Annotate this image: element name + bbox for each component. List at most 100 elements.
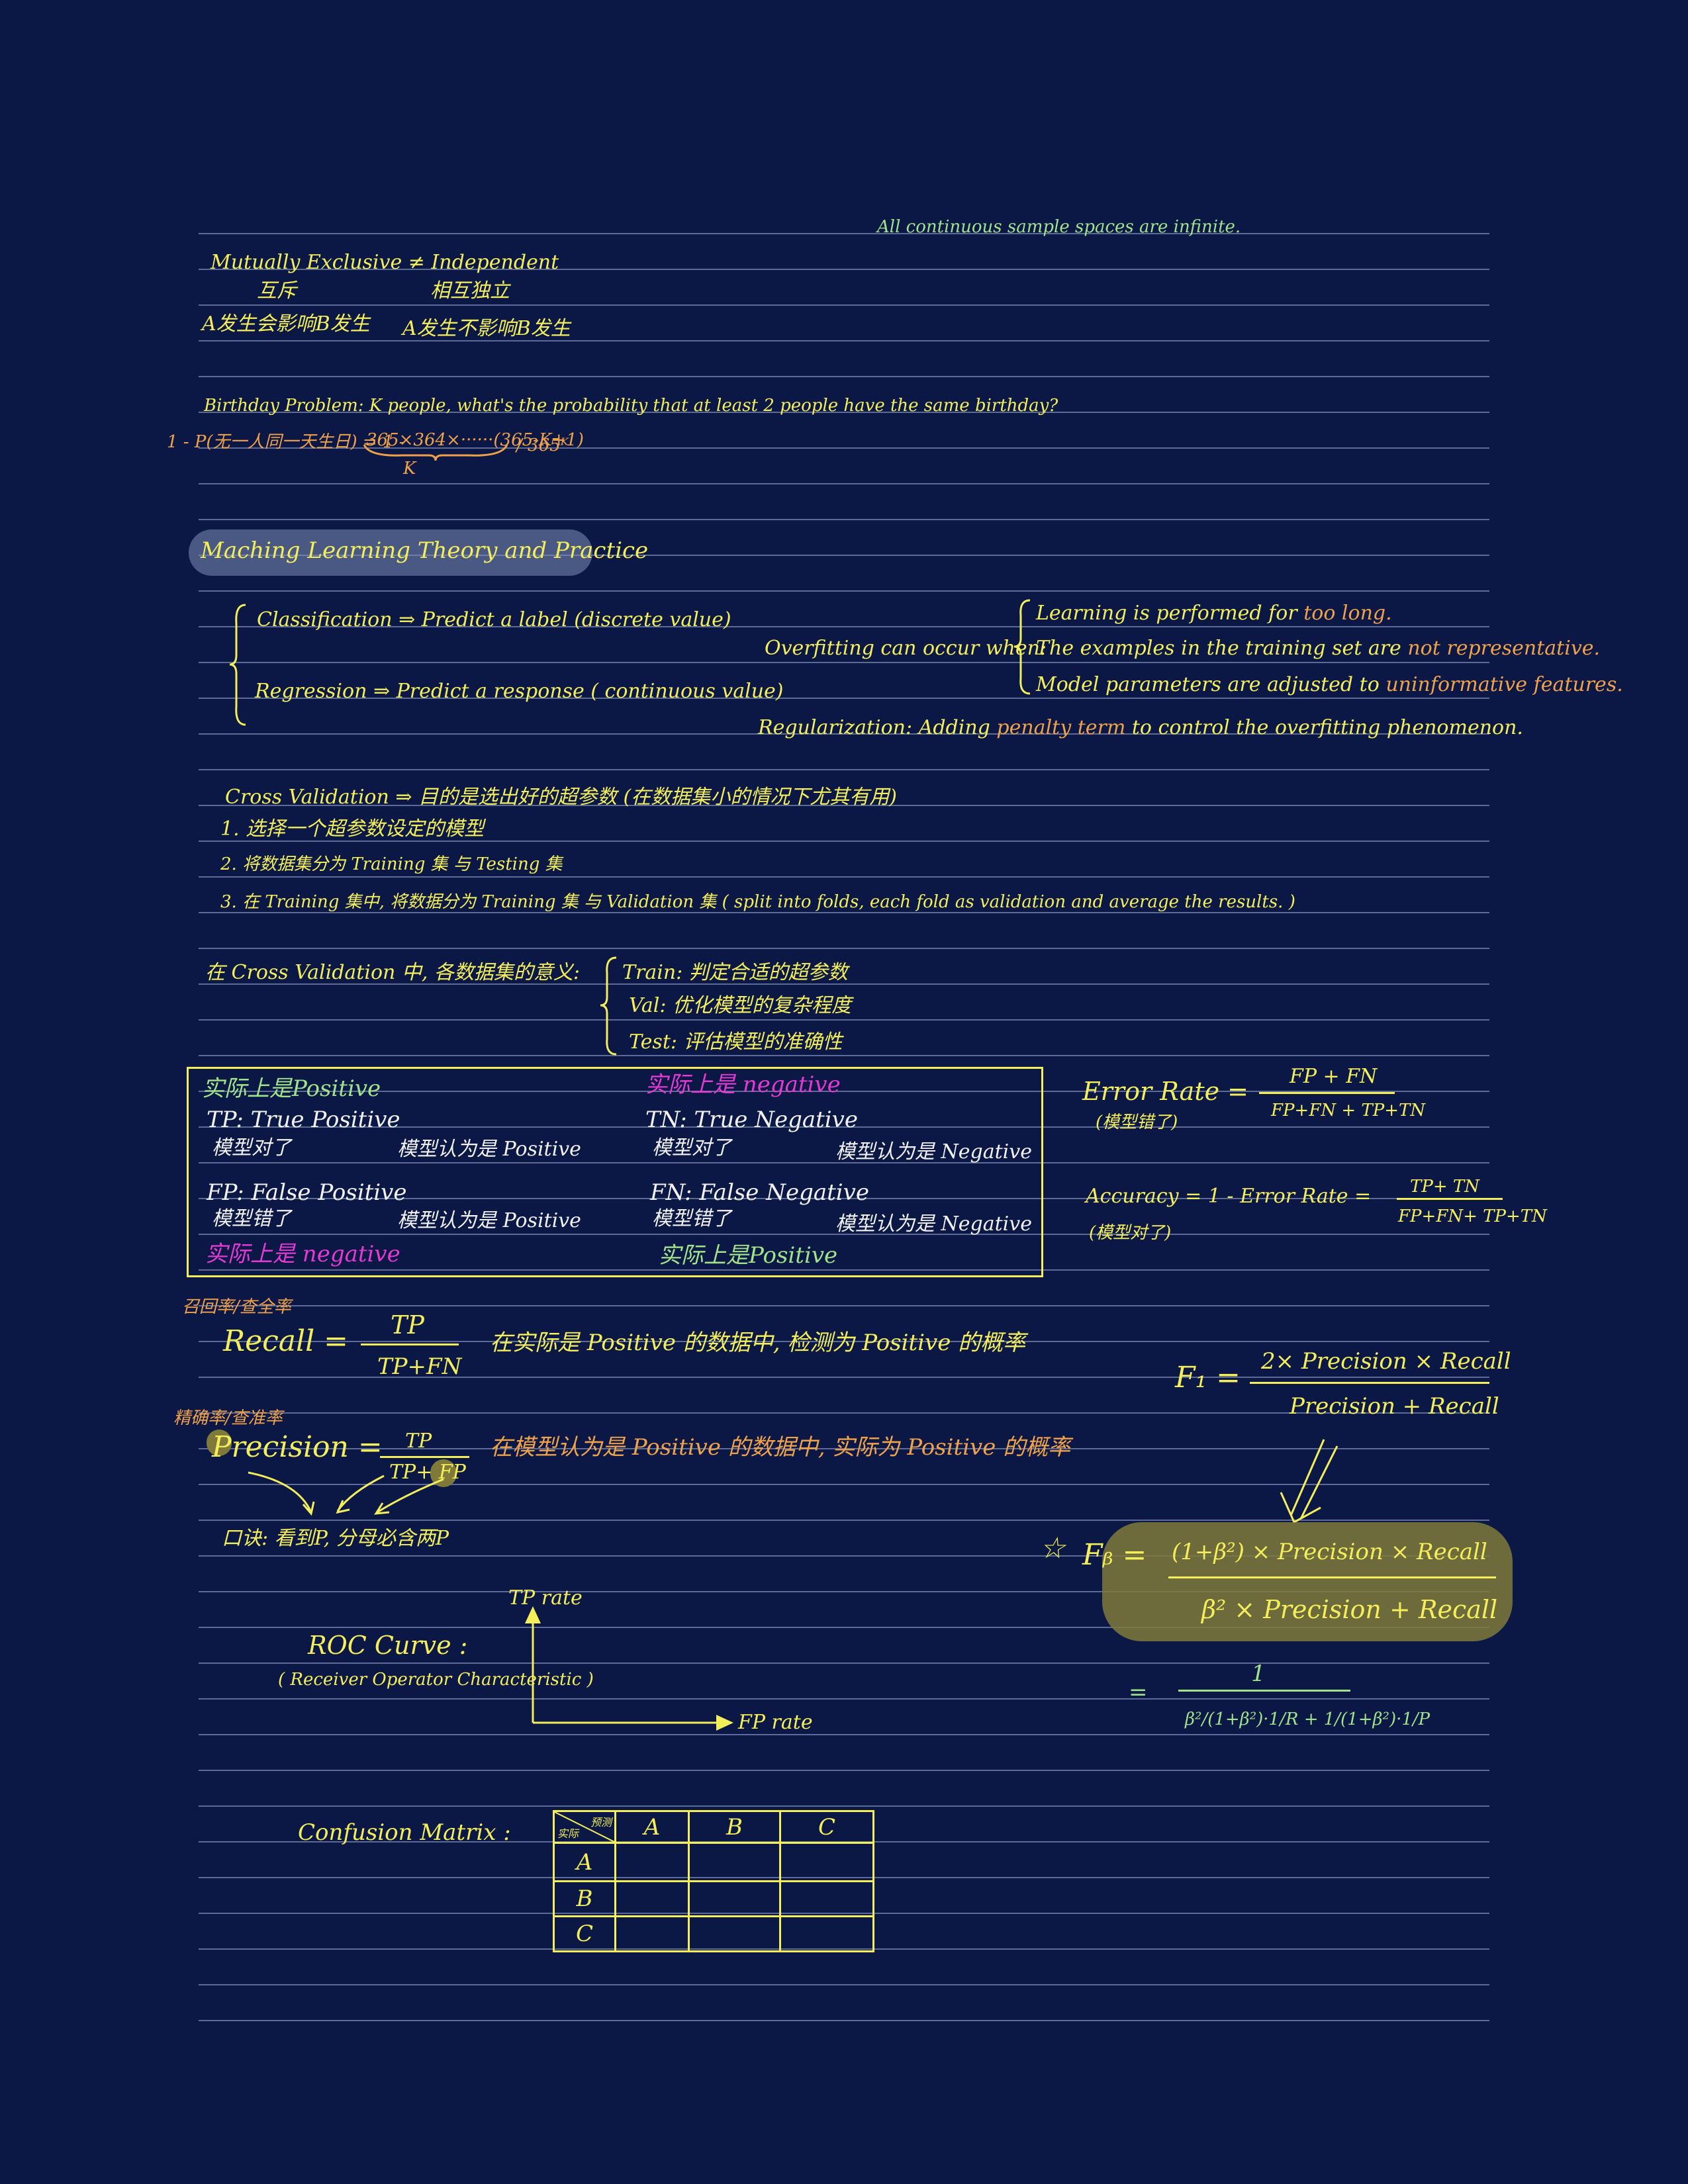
roc-axes-icon <box>525 1606 733 1731</box>
error-fraction-bar <box>1259 1092 1395 1094</box>
matrix-corner-cell: 预测 实际 <box>553 1810 616 1844</box>
fbeta-num: (1+β²) × Precision × Recall <box>1172 1539 1487 1565</box>
ruled-line <box>199 1019 1489 1021</box>
tp-label: TP: True Positive <box>207 1107 400 1133</box>
recall-label: Recall = <box>223 1324 349 1358</box>
ruled-line <box>199 1662 1489 1664</box>
birthday-problem: Birthday Problem: K people, what's the p… <box>204 396 1058 416</box>
recall-zh: 召回率/查全率 <box>182 1297 291 1317</box>
error-den: FP+FN + TP+TN <box>1271 1101 1426 1120</box>
ruled-line <box>199 841 1489 842</box>
star-icon: ☆ <box>1039 1531 1066 1565</box>
error-rate-label: Error Rate = <box>1082 1077 1249 1106</box>
overfit-reason-3: Model parameters are adjusted to uninfor… <box>1036 673 1623 696</box>
precision-desc: 在模型认为是 Positive 的数据中, 实际为 Positive 的概率 <box>490 1434 1071 1461</box>
fn-label: FN: False Negative <box>650 1179 869 1206</box>
continuous-note: All continuous sample spaces are infinit… <box>877 217 1241 237</box>
birthday-formula-den: / 365ᴷ <box>516 435 569 455</box>
matrix-corner-pred: 预测 <box>590 1816 612 1829</box>
ruled-line <box>199 1805 1489 1807</box>
fn-sub1: 模型错了 <box>652 1207 731 1230</box>
recall-num: TP <box>391 1310 424 1340</box>
acc-num: TP+ TN <box>1410 1177 1479 1197</box>
acc-den: FP+FN+ TP+TN <box>1398 1206 1547 1226</box>
cv-brace-icon <box>600 956 617 1056</box>
overfit-brace-icon <box>1013 599 1031 695</box>
ruled-line <box>199 876 1489 878</box>
ruled-line <box>199 769 1489 770</box>
fbeta-fraction-bar-2 <box>1178 1690 1350 1692</box>
matrix-col-header: B <box>688 1810 781 1844</box>
ruled-line <box>199 1770 1489 1771</box>
precision-label: Precision = <box>212 1430 383 1464</box>
ruled-line <box>199 662 1489 663</box>
ruled-line <box>199 2020 1489 2021</box>
fp-sub2: 模型认为是 Positive <box>397 1209 581 1232</box>
tp-sub2: 模型认为是 Positive <box>397 1138 581 1161</box>
matrix-cell <box>688 1842 781 1882</box>
actual-negative-label: 实际上是 negative <box>645 1071 841 1098</box>
f1-den: Precision + Recall <box>1289 1393 1499 1420</box>
fp-sub1: 模型错了 <box>212 1207 291 1230</box>
matrix-cell <box>688 1880 781 1917</box>
fbeta-label: Fᵦ = <box>1082 1538 1147 1572</box>
fbeta-fraction-bar <box>1168 1576 1496 1578</box>
mnemonic: 口诀: 看到P, 分母必含两P <box>222 1527 449 1550</box>
overfit-reason-1: Learning is performed for too long. <box>1036 602 1392 625</box>
matrix-cell <box>614 1915 690 1952</box>
error-note: (模型错了) <box>1096 1113 1178 1132</box>
cv-train: Train: 判定合适的超参数 <box>622 961 848 984</box>
cv-title: Cross Validation ⇒ 目的是选出好的超参数 (在数据集小的情况下… <box>225 786 897 809</box>
recall-den: TP+FN <box>377 1353 462 1380</box>
ruled-line <box>199 483 1489 484</box>
matrix-corner-actual: 实际 <box>557 1827 579 1840</box>
indep-desc: A发生不影响B发生 <box>402 317 571 340</box>
ruled-line <box>199 590 1489 592</box>
error-num: FP + FN <box>1289 1065 1378 1088</box>
cv-step-1: 1. 选择一个超参数设定的模型 <box>220 817 485 841</box>
regression: Regression ⇒ Predict a response ( contin… <box>255 680 784 703</box>
matrix-row-header: A <box>553 1842 616 1882</box>
overfit-lead: Overfitting can occur when: <box>765 637 1047 660</box>
ruled-line <box>199 1305 1489 1306</box>
fbeta-eq: = <box>1129 1679 1148 1706</box>
indep-zh: 相互独立 <box>430 279 510 302</box>
ruled-line <box>199 304 1489 306</box>
ruled-line <box>199 1055 1489 1056</box>
acc-note: (模型对了) <box>1089 1223 1172 1243</box>
mutex-heading: Mutually Exclusive ≠ Independent <box>211 251 559 274</box>
ruled-line <box>199 340 1489 341</box>
left-brace-icon <box>229 604 246 726</box>
regularization: Regularization: Adding penalty term to c… <box>758 716 1523 739</box>
ruled-line <box>199 376 1489 377</box>
recall-desc: 在实际是 Positive 的数据中, 检测为 Positive 的概率 <box>490 1330 1026 1356</box>
actual-positive-label: 实际上是Positive <box>202 1075 381 1102</box>
precision-fraction-bar <box>380 1456 469 1458</box>
matrix-cell <box>779 1915 874 1952</box>
matrix-cell <box>614 1842 690 1882</box>
actual-positive-label-2: 实际上是Positive <box>659 1242 838 1269</box>
confusion-matrix-table: 预测 实际 A B C A B C <box>553 1810 874 1952</box>
fbeta-num2: 1 <box>1251 1661 1266 1687</box>
cv-val: Val: 优化模型的复杂程度 <box>629 994 852 1017</box>
fbeta-den2: β²/(1+β²)·1/R + 1/(1+β²)·1/P <box>1185 1709 1430 1729</box>
ruled-line <box>199 1984 1489 1985</box>
matrix-row-header: C <box>553 1915 616 1952</box>
f1-label: F₁ = <box>1175 1361 1241 1394</box>
matrix-col-header: A <box>614 1810 690 1844</box>
tn-label: TN: True Negative <box>645 1107 859 1133</box>
birthday-k: K <box>403 459 416 478</box>
ruled-line <box>199 233 1489 234</box>
ruled-line <box>199 912 1489 913</box>
f1-fraction-bar <box>1250 1382 1489 1384</box>
section-title: Maching Learning Theory and Practice <box>201 537 649 564</box>
matrix-col-header: C <box>779 1810 874 1844</box>
ruled-line <box>199 1698 1489 1700</box>
mutex-zh: 互斥 <box>257 279 297 302</box>
precision-zh: 精确率/查准率 <box>173 1408 283 1428</box>
roc-title: ROC Curve : <box>308 1631 468 1660</box>
acc-fraction-bar <box>1397 1198 1503 1200</box>
matrix-cell <box>688 1915 781 1952</box>
precision-num: TP <box>405 1430 432 1453</box>
cv-step-3: 3. 在 Training 集中, 将数据分为 Training 集 与 Val… <box>220 892 1295 912</box>
